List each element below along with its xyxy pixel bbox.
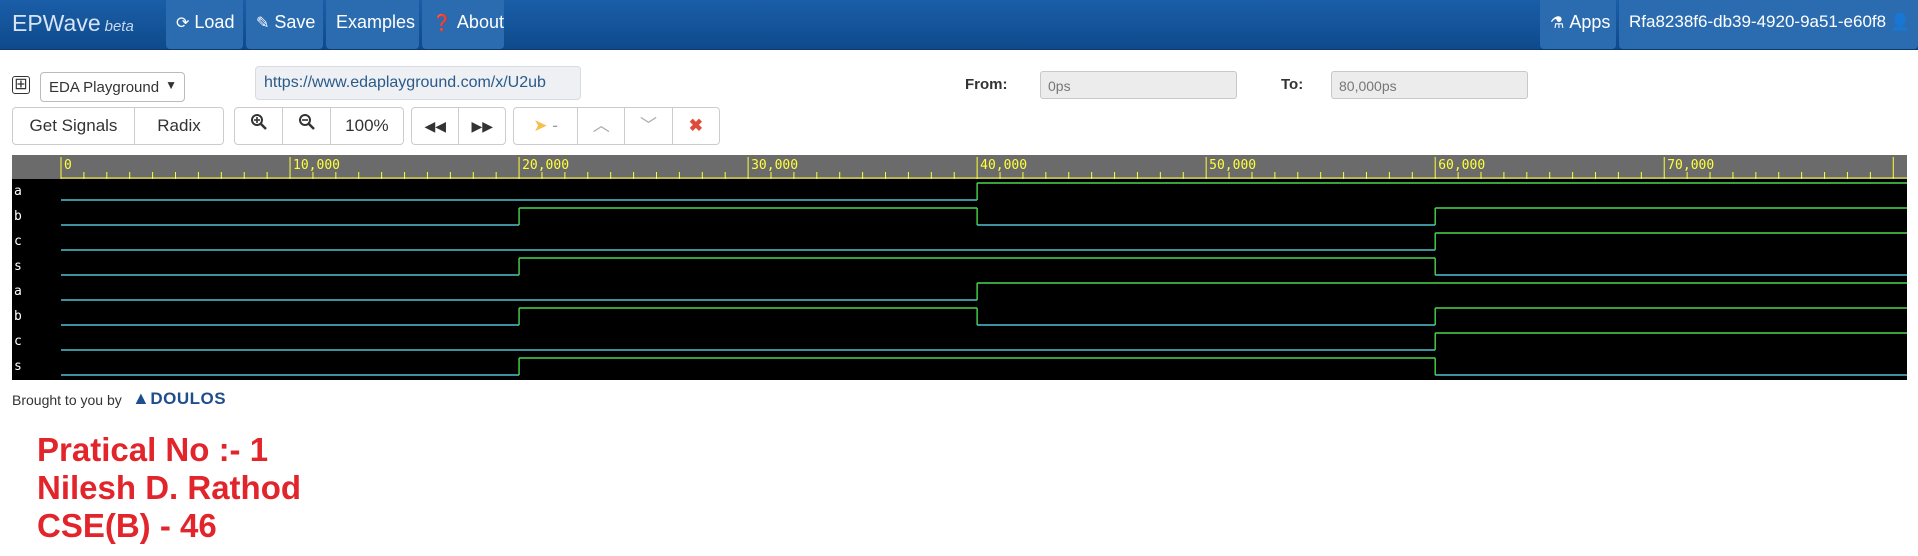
to-input[interactable]: 80,000ps xyxy=(1331,71,1528,99)
chevron-up-icon[interactable]: ︿ xyxy=(577,108,624,144)
ruler-label: 20,000 xyxy=(522,158,569,173)
ruler-label: 10,000 xyxy=(293,158,340,173)
pencil-icon: ✎ xyxy=(256,15,270,32)
ruler-label: 0 xyxy=(64,158,72,173)
radix-label: Radix xyxy=(157,116,201,135)
source-select[interactable]: EDA Playground ▼ xyxy=(40,72,185,102)
backward-icon[interactable]: ◀◀ xyxy=(412,108,458,144)
user-icon: 👤 xyxy=(1890,14,1911,31)
note-practical: Pratical No :- 1 xyxy=(37,431,269,468)
ruler-label: 60,000 xyxy=(1438,158,1485,173)
source-select-value: EDA Playground xyxy=(49,79,160,96)
zoom-out-button[interactable] xyxy=(282,108,329,144)
chevron-down-icon[interactable]: ﹀ xyxy=(624,108,671,144)
save-label: Save xyxy=(274,12,316,32)
close-icon[interactable]: ✖ xyxy=(671,108,719,144)
forward-icon[interactable]: ▶▶ xyxy=(458,108,505,144)
examples-button[interactable]: Examples xyxy=(326,0,419,49)
signal-name: c xyxy=(14,334,22,349)
app-brand[interactable]: EPWave beta xyxy=(12,10,134,37)
doulos-brand: DOULOS xyxy=(150,389,227,408)
signal-name: b xyxy=(14,209,22,224)
signal-name: s xyxy=(14,259,22,274)
to-label: To: xyxy=(1281,76,1304,93)
signal-name: a xyxy=(14,284,22,299)
apps-label: Apps xyxy=(1569,12,1611,32)
note-name: Nilesh D. Rathod xyxy=(37,469,302,506)
brand-beta: beta xyxy=(104,18,134,35)
zoom-in-icon xyxy=(250,114,267,130)
question-circle-icon: ❓ xyxy=(432,15,452,32)
ruler-label: 70,000 xyxy=(1667,158,1714,173)
from-input[interactable]: 0ps xyxy=(1040,71,1237,99)
zoom-level[interactable]: 100% xyxy=(329,108,403,144)
cursor-value: - xyxy=(552,116,558,135)
playground-url-field[interactable]: https://www.edaplayground.com/x/U2ub xyxy=(255,66,581,100)
waveform-canvas: 0 10,000 20,000 30,000 40,000 50,000 60,000 70,… xyxy=(12,155,1907,376)
cursor-arrow-icon: ➤ xyxy=(533,116,548,135)
load-label: Load xyxy=(194,12,235,32)
top-navbar: EPWave beta ⟳ Load ✎ Save Examples ❓ About ⚗… xyxy=(0,0,1918,50)
signal-name: c xyxy=(14,234,22,249)
user-menu-button[interactable]: Rfa8238f6-db39-4920-9a51-e60f8 👤 xyxy=(1619,0,1918,49)
brand-name: EPWave xyxy=(12,10,101,36)
about-label: About xyxy=(456,12,504,32)
refresh-icon: ⟳ xyxy=(176,15,190,32)
expand-icon[interactable]: ⊞ xyxy=(12,76,30,94)
save-button[interactable]: ✎ Save xyxy=(246,0,323,49)
signals-radix-group: Get Signals Radix ▼ xyxy=(12,107,224,170)
signal-name: a xyxy=(14,184,22,199)
user-label: Rfa8238f6-db39-4920-9a51-e60f8 xyxy=(1629,12,1887,31)
doulos-mark-icon: ▲ xyxy=(132,388,151,408)
signal-name: s xyxy=(14,359,22,374)
navigate-group: ◀◀ ▶▶ xyxy=(411,107,506,145)
chevron-down-icon: ▼ xyxy=(165,78,177,92)
ruler-label: 30,000 xyxy=(751,158,798,173)
about-button[interactable]: ❓ About xyxy=(422,0,504,49)
doulos-logo[interactable]: ▲DOULOS xyxy=(132,388,226,409)
note-class: CSE(B) - 46 xyxy=(37,507,217,544)
load-button[interactable]: ⟳ Load xyxy=(166,0,243,49)
brought-by-text: Brought to you by xyxy=(12,392,122,408)
cursor-button[interactable]: ➤ - xyxy=(514,108,577,144)
ruler-label: 50,000 xyxy=(1209,158,1256,173)
signal-name: b xyxy=(14,309,22,324)
get-signals-button[interactable]: Get Signals xyxy=(13,108,134,144)
cursor-group: ➤ - ︿ ﹀ ✖ xyxy=(513,107,720,145)
radix-button[interactable]: Radix ▼ xyxy=(134,108,223,170)
examples-label: Examples xyxy=(336,12,416,32)
zoom-group: 100% xyxy=(234,107,404,145)
apps-button[interactable]: ⚗ Apps xyxy=(1540,0,1616,49)
flask-icon: ⚗ xyxy=(1550,15,1565,32)
ruler-label: 40,000 xyxy=(980,158,1027,173)
zoom-in-button[interactable] xyxy=(235,108,282,144)
zoom-out-icon xyxy=(298,114,315,130)
waveform-viewer[interactable]: 0 10,000 20,000 30,000 40,000 50,000 60,000 70,… xyxy=(12,155,1907,380)
from-label: From: xyxy=(965,76,1008,93)
